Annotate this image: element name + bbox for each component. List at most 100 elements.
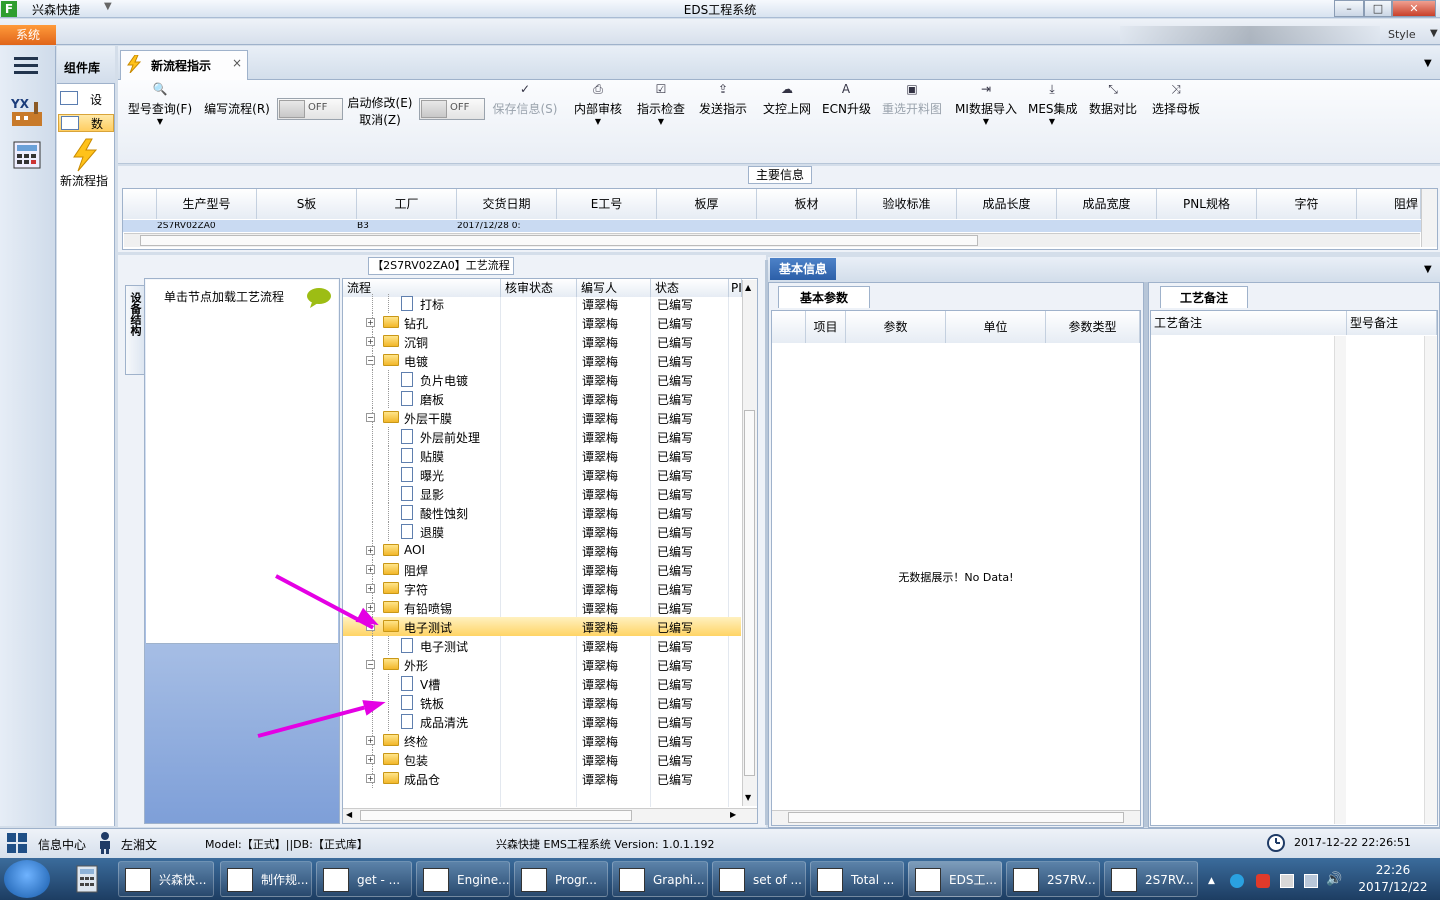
start-modify-toggle[interactable]: OFF <box>419 98 485 120</box>
expand-toggle-icon[interactable]: + <box>366 774 375 783</box>
reselect-cut-button[interactable]: ▣ 重选开料图 <box>880 82 944 132</box>
column-header[interactable]: 阻焊 <box>1357 189 1421 219</box>
column-header[interactable]: E工号 <box>557 189 657 219</box>
column-header[interactable]: 字符 <box>1257 189 1357 219</box>
tree-node-leaf[interactable]: 外层前处理 谭翠梅 已编写 <box>343 427 741 446</box>
tree-node-folder[interactable]: −电子测试谭翠梅已编写 <box>343 617 741 636</box>
chevron-down-icon[interactable]: ▼ <box>1430 28 1438 39</box>
scroll-thumb[interactable] <box>360 810 632 821</box>
close-button[interactable]: ✕ <box>1392 0 1436 17</box>
horizontal-scrollbar[interactable] <box>124 233 1420 247</box>
expand-toggle-icon[interactable]: + <box>366 736 375 745</box>
column-header[interactable]: 参数 <box>846 311 946 343</box>
hamburger-menu-icon[interactable] <box>14 56 40 76</box>
tray-expand-icon[interactable]: ▲ <box>1208 876 1215 886</box>
new-flow-item-label[interactable]: 新流程指 <box>60 172 108 189</box>
column-header[interactable]: 生产型号 <box>157 189 257 219</box>
component-item-data[interactable]: 数 <box>58 114 114 132</box>
table-row[interactable]: 2S7RV02ZA0 B3 2017/12/28 0: <box>123 220 1421 232</box>
send-instruction-button[interactable]: ⇪ 发送指示 <box>697 82 749 132</box>
scroll-right-icon[interactable]: ▶ <box>730 810 736 819</box>
tree-node-leaf[interactable]: 显影 谭翠梅 已编写 <box>343 484 741 503</box>
data-compare-button[interactable]: ⤡ 数据对比 <box>1087 82 1139 132</box>
tree-node-leaf[interactable]: 退膜 谭翠梅 已编写 <box>343 522 741 541</box>
tree-node-leaf[interactable]: 打标 谭翠梅 已编写 <box>343 294 741 313</box>
mi-import-button[interactable]: ⇥ MI数据导入 ▼ <box>954 82 1018 132</box>
maximize-button[interactable]: □ <box>1364 0 1392 17</box>
query-model-button[interactable]: 🔍 型号查询(F) ▼ <box>124 82 196 132</box>
tree-node-folder[interactable]: + 字符 谭翠梅 已编写 <box>343 579 741 598</box>
expand-toggle-icon[interactable]: − <box>366 356 375 365</box>
minimize-button[interactable]: – <box>1334 0 1364 17</box>
style-menu-label[interactable]: Style <box>1388 28 1416 41</box>
tree-node-leaf[interactable]: V槽 谭翠梅 已编写 <box>343 674 741 693</box>
tab-process-notes[interactable]: 工艺备注 <box>1160 286 1248 308</box>
calculator-pinned-icon[interactable] <box>74 864 102 894</box>
scroll-left-icon[interactable]: ◀ <box>346 810 352 819</box>
scroll-thumb[interactable] <box>788 812 1124 823</box>
taskbar-item[interactable]: 2S7RV... <box>1006 861 1100 897</box>
tree-node-folder[interactable]: + AOI 谭翠梅 已编写 <box>343 541 741 560</box>
tree-node-leaf[interactable]: 负片电镀 谭翠梅 已编写 <box>343 370 741 389</box>
tree-node-folder[interactable]: − 外层干膜 谭翠梅 已编写 <box>343 408 741 427</box>
vertical-scrollbar[interactable] <box>1334 336 1346 824</box>
column-header[interactable]: 验收标准 <box>857 189 957 219</box>
start-button[interactable] <box>4 860 50 898</box>
expand-toggle-icon[interactable]: + <box>366 755 375 764</box>
close-icon[interactable]: × <box>232 56 242 70</box>
scroll-thumb[interactable] <box>744 410 755 776</box>
tree-node-folder[interactable]: + 钻孔 谭翠梅 已编写 <box>343 313 741 332</box>
tree-node-folder[interactable]: + 终检 谭翠梅 已编写 <box>343 731 741 750</box>
tree-node-leaf[interactable]: 铣板 谭翠梅 已编写 <box>343 693 741 712</box>
volume-icon[interactable]: 🔊 <box>1326 872 1342 887</box>
monitor-tray-icon[interactable] <box>1304 874 1318 888</box>
chevron-down-icon[interactable]: ▼ <box>1424 264 1432 275</box>
taskbar-item[interactable]: get - ... <box>316 861 412 897</box>
save-info-button[interactable]: ✓ 保存信息(S) <box>490 82 560 132</box>
tree-node-folder[interactable]: − 电镀 谭翠梅 已编写 <box>343 351 741 370</box>
select-mother-button[interactable]: ⤨ 选择母板 <box>1150 82 1202 132</box>
column-header[interactable]: 交货日期 <box>457 189 557 219</box>
tab-basic-info[interactable]: 基本信息 <box>770 258 836 280</box>
column-header[interactable]: 板材 <box>757 189 857 219</box>
scroll-down-icon[interactable]: ▼ <box>745 793 751 802</box>
chevron-down-icon[interactable]: ▼ <box>1424 58 1432 69</box>
expand-toggle-icon[interactable]: + <box>366 318 375 327</box>
tree-node-folder[interactable]: + 成品仓 谭翠梅 已编写 <box>343 769 741 788</box>
splitter[interactable] <box>765 260 768 825</box>
column-header[interactable]: 成品长度 <box>957 189 1057 219</box>
tree-node-leaf[interactable]: 贴膜 谭翠梅 已编写 <box>343 446 741 465</box>
mes-integration-button[interactable]: ⤓ MES集成 ▼ <box>1028 82 1078 132</box>
column-header[interactable]: 成品宽度 <box>1057 189 1157 219</box>
taskbar-item[interactable]: EDS工... <box>908 861 1002 897</box>
taskbar-item[interactable]: Engine... <box>416 861 510 897</box>
internal-review-button[interactable]: ⎙ 内部审核 ▼ <box>572 82 624 132</box>
horizontal-scrollbar[interactable] <box>772 810 1140 825</box>
column-header[interactable]: 型号备注 <box>1347 311 1437 335</box>
component-item-settings[interactable]: 设 <box>58 90 114 108</box>
security-tray-icon[interactable] <box>1256 874 1270 888</box>
windows-grid-icon[interactable] <box>6 832 30 854</box>
write-flow-toggle[interactable]: OFF <box>277 98 343 120</box>
taskbar-item[interactable]: 兴森快... <box>118 861 214 897</box>
network-tray-icon[interactable] <box>1230 874 1244 888</box>
vertical-scrollbar[interactable] <box>1424 336 1437 824</box>
file-upload-button[interactable]: ☁ 文控上网 <box>761 82 813 132</box>
column-header[interactable]: 工厂 <box>357 189 457 219</box>
tab-new-flow-instruction[interactable]: 新流程指示 × <box>120 50 248 80</box>
taskbar-clock[interactable]: 22:26 2017/12/22 <box>1348 862 1438 896</box>
column-header[interactable]: 参数类型 <box>1046 311 1140 343</box>
taskbar-item[interactable]: Graphi... <box>612 861 708 897</box>
vertical-scrollbar[interactable] <box>1421 189 1437 247</box>
tree-node-leaf[interactable]: 成品清洗 谭翠梅 已编写 <box>343 712 741 731</box>
expand-toggle-icon[interactable]: + <box>366 546 375 555</box>
column-header[interactable]: 板厚 <box>657 189 757 219</box>
tree-node-leaf[interactable]: 曝光 谭翠梅 已编写 <box>343 465 741 484</box>
tab-basic-params[interactable]: 基本参数 <box>778 286 870 308</box>
factory-icon[interactable]: YX <box>10 96 44 128</box>
scroll-thumb[interactable] <box>140 235 978 246</box>
info-center-link[interactable]: 信息中心 <box>38 836 86 853</box>
taskbar-item[interactable]: Progr... <box>514 861 608 897</box>
flag-tray-icon[interactable] <box>1280 874 1294 888</box>
scroll-up-icon[interactable]: ▲ <box>745 283 751 292</box>
